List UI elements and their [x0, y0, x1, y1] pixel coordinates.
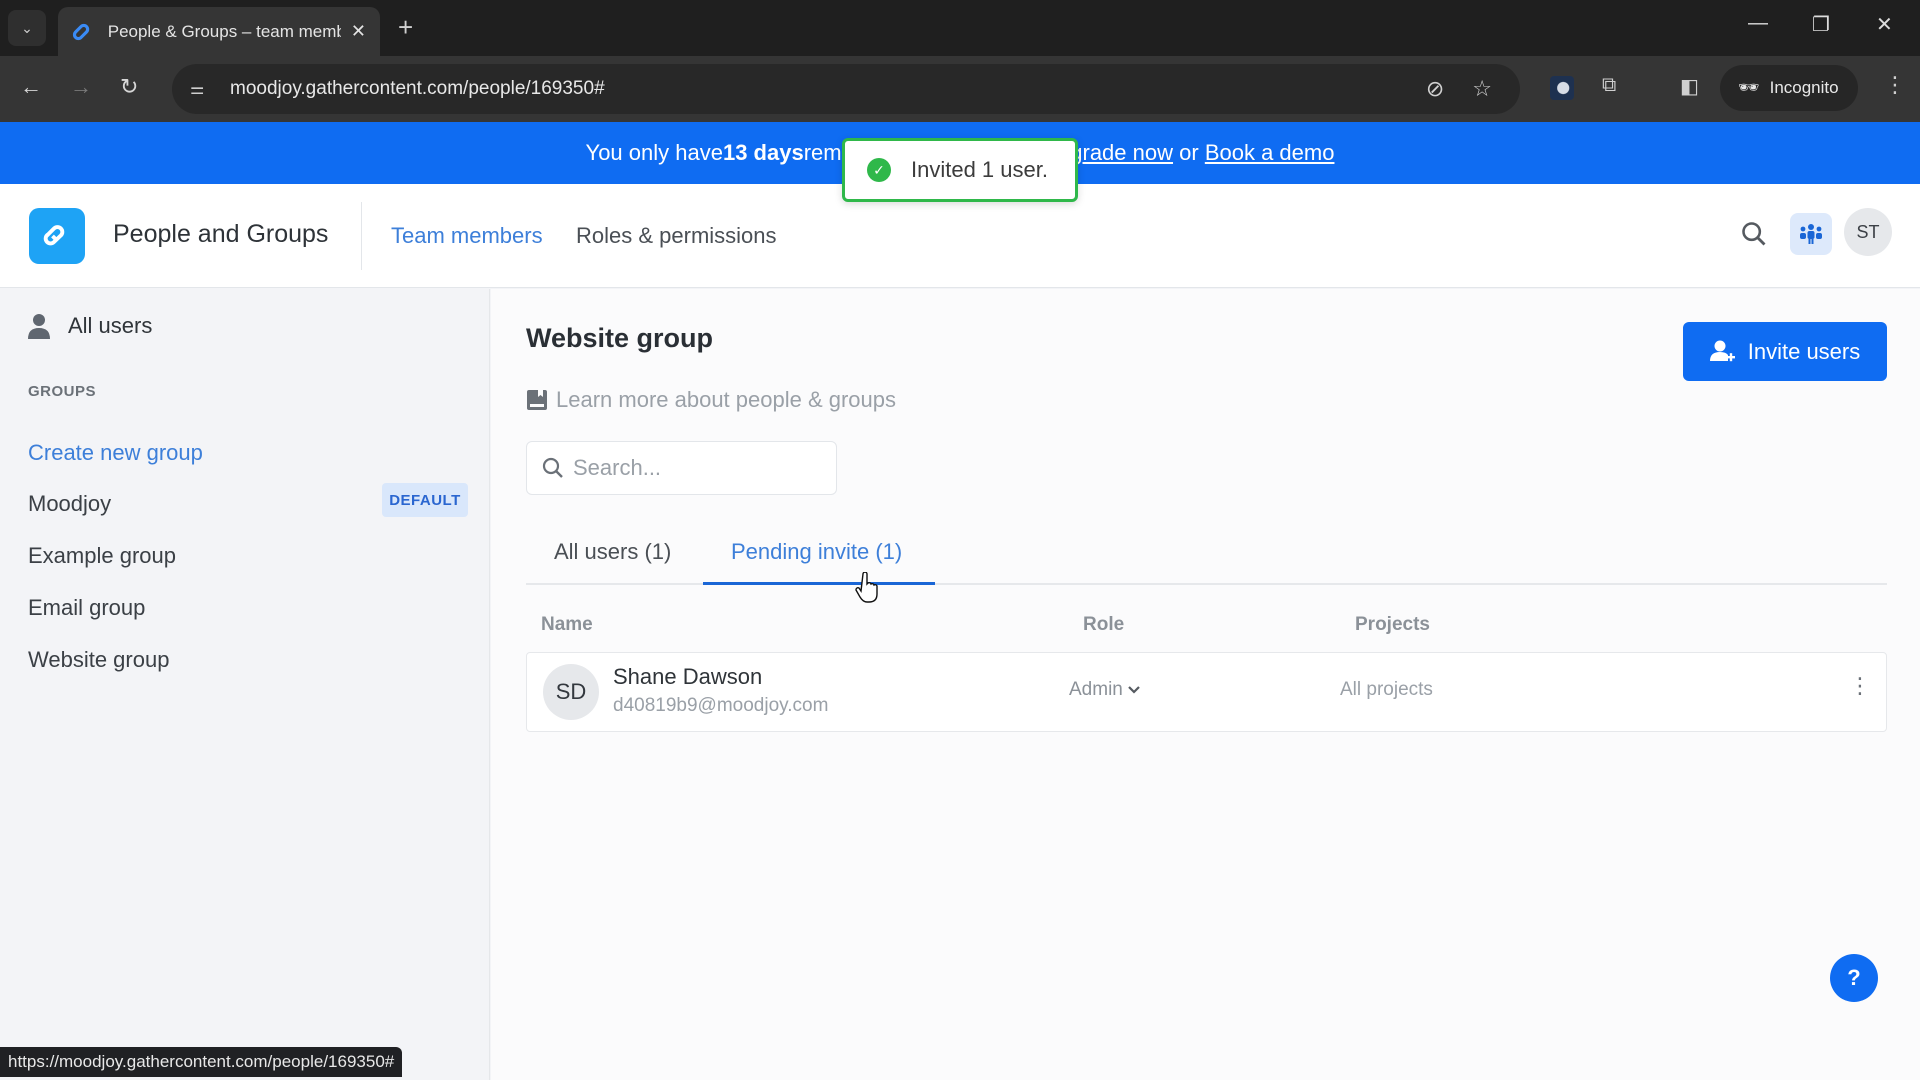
- close-tab-icon[interactable]: ✕: [351, 21, 366, 42]
- user-tabs: All users (1) Pending invite (1): [526, 529, 1887, 585]
- bookmark-star-icon[interactable]: ☆: [1472, 76, 1492, 102]
- browser-toolbar: ← → ↻ ⚌ moodjoy.gathercontent.com/people…: [0, 56, 1920, 122]
- learn-more-link[interactable]: Learn more about people & groups: [526, 387, 896, 413]
- sidebar-item-label: All users: [68, 313, 153, 338]
- nav-roles-permissions[interactable]: Roles & permissions: [576, 223, 777, 249]
- side-panel-icon[interactable]: ◧: [1680, 74, 1699, 99]
- new-tab-icon[interactable]: +: [398, 12, 413, 43]
- search-input[interactable]: [573, 455, 823, 481]
- header-divider: [361, 202, 362, 270]
- sidebar: All users GROUPS Create new group Moodjo…: [0, 289, 490, 1080]
- user-projects: All projects: [1340, 679, 1433, 700]
- restore-icon[interactable]: ❐: [1812, 12, 1830, 37]
- close-window-icon[interactable]: ✕: [1876, 12, 1893, 37]
- tracking-protection-eye-off-icon[interactable]: ⊘: [1426, 76, 1444, 102]
- extensions-puzzle-icon[interactable]: ⧉: [1602, 74, 1616, 97]
- gathercontent-logo-icon[interactable]: [29, 208, 85, 264]
- sidebar-group-example[interactable]: Example group: [28, 543, 176, 569]
- invite-users-label: Invite users: [1747, 338, 1861, 364]
- user-icon: [28, 314, 50, 339]
- banner-or: or: [1173, 140, 1205, 165]
- site-info-icon[interactable]: ⚌: [190, 79, 220, 99]
- address-bar[interactable]: ⚌ moodjoy.gathercontent.com/people/16935…: [172, 64, 1520, 114]
- forward-icon[interactable]: →: [70, 74, 92, 100]
- check-circle-icon: ✓: [867, 158, 891, 182]
- learn-more-text: Learn more about people & groups: [556, 387, 897, 412]
- active-tab-indicator: [703, 582, 935, 585]
- incognito-indicator[interactable]: 🕶 Incognito: [1720, 65, 1858, 111]
- extension-icon[interactable]: [1550, 76, 1574, 100]
- banner-days: 13 days: [722, 140, 804, 165]
- url-text[interactable]: moodjoy.gathercontent.com/people/169350#: [230, 78, 605, 100]
- column-header-role: Role: [1083, 614, 1125, 635]
- chevron-down-icon: [1128, 686, 1140, 694]
- people-groups-icon[interactable]: [1790, 213, 1832, 255]
- sidebar-group-email[interactable]: Email group: [28, 595, 145, 621]
- incognito-label: Incognito: [1769, 78, 1839, 97]
- browser-tabstrip: ⌄ People & Groups – team memb ✕ + — ❐ ✕: [0, 0, 1920, 56]
- role-value: Admin: [1069, 679, 1123, 700]
- invite-users-button[interactable]: Invite users: [1683, 322, 1887, 381]
- search-icon[interactable]: [1740, 220, 1768, 248]
- back-icon[interactable]: ←: [20, 74, 42, 100]
- search-icon: [542, 457, 563, 478]
- groups-heading: GROUPS: [28, 383, 97, 400]
- reload-icon[interactable]: ↻: [120, 74, 138, 100]
- page-title: Website group: [526, 323, 714, 353]
- more-options-icon[interactable]: ⋮: [1849, 673, 1871, 699]
- column-header-name: Name: [541, 614, 593, 635]
- user-name: Shane Dawson: [613, 664, 763, 689]
- sidebar-item-all-users[interactable]: All users: [28, 313, 152, 339]
- book-demo-link[interactable]: Book a demo: [1205, 140, 1335, 166]
- default-badge: DEFAULT: [382, 483, 468, 517]
- main-content: Website group Learn more about people & …: [491, 289, 1920, 1080]
- help-button[interactable]: ?: [1830, 954, 1878, 1002]
- search-field[interactable]: [526, 441, 837, 495]
- avatar: SD: [543, 664, 599, 720]
- app-title: People and Groups: [113, 220, 329, 248]
- success-toast: ✓ Invited 1 user.: [842, 138, 1078, 202]
- hand-pointer-cursor-icon: [855, 572, 878, 603]
- user-plus-icon: [1709, 340, 1735, 361]
- incognito-icon: 🕶: [1738, 78, 1760, 97]
- minimize-icon[interactable]: —: [1748, 12, 1768, 35]
- create-new-group-link[interactable]: Create new group: [28, 440, 203, 466]
- role-dropdown[interactable]: Admin: [1069, 679, 1141, 701]
- tab-all-users[interactable]: All users (1): [554, 539, 671, 565]
- book-icon: [527, 390, 547, 410]
- column-header-projects: Projects: [1355, 614, 1430, 635]
- status-bar-url: https://moodjoy.gathercontent.com/people…: [0, 1047, 403, 1077]
- browser-tab-active[interactable]: People & Groups – team memb ✕: [58, 7, 380, 56]
- tab-title: People & Groups – team memb: [107, 21, 341, 41]
- nav-team-members[interactable]: Team members: [391, 223, 543, 249]
- user-email: d40819b9@moodjoy.com: [613, 695, 829, 716]
- sidebar-group-moodjoy[interactable]: Moodjoy: [28, 491, 111, 517]
- toast-message: Invited 1 user.: [911, 157, 1048, 182]
- browser-menu-icon[interactable]: ⋮: [1884, 72, 1906, 98]
- table-row: SD Shane Dawson d40819b9@moodjoy.com Adm…: [526, 652, 1887, 732]
- user-avatar[interactable]: ST: [1844, 208, 1892, 256]
- banner-prefix: You only have: [585, 140, 723, 165]
- sidebar-group-website[interactable]: Website group: [28, 647, 169, 673]
- gathercontent-favicon-icon: [72, 23, 90, 40]
- tab-search-button[interactable]: ⌄: [8, 10, 46, 46]
- tab-pending-invite[interactable]: Pending invite (1): [731, 539, 902, 565]
